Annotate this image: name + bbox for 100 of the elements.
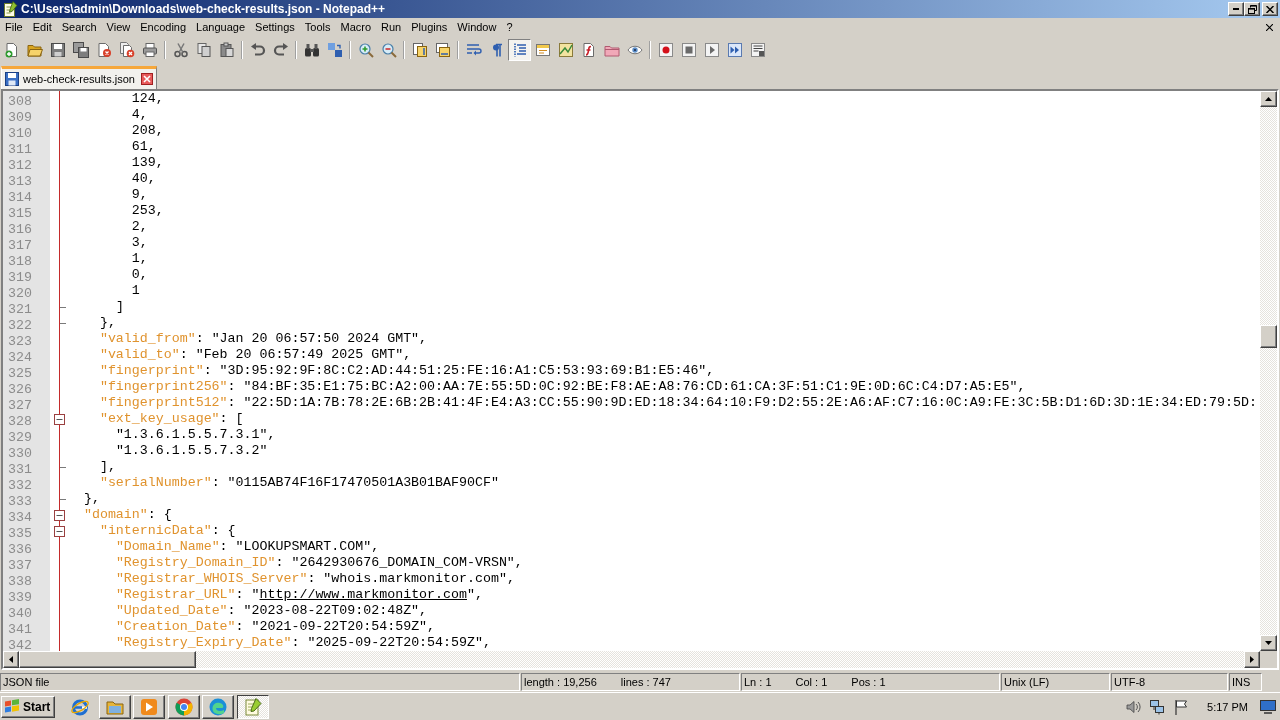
menu-item[interactable]: Language xyxy=(191,20,251,35)
scroll-thumb[interactable] xyxy=(1260,325,1277,348)
vertical-scrollbar[interactable] xyxy=(1260,91,1277,651)
line-number: 327 xyxy=(8,398,32,413)
code-line: "Domain_Name": "LOOKUPSMART.COM", xyxy=(115,539,380,554)
media-player-button[interactable] xyxy=(133,694,165,719)
menu-item[interactable]: Run xyxy=(376,20,407,35)
close-icon[interactable] xyxy=(1266,5,1274,13)
scroll-down-button[interactable] xyxy=(1260,635,1277,651)
line-number: 325 xyxy=(8,366,32,381)
cursor-info: Ln : 1 xyxy=(744,676,772,688)
menu-item[interactable]: Search xyxy=(56,20,102,35)
desktop-icon[interactable] xyxy=(1260,699,1276,714)
menu-item[interactable]: Edit xyxy=(27,20,57,35)
window-title: C:\Users\admin\Downloads\web-check-results.json - Notepad++ xyxy=(21,2,386,16)
file-tab[interactable]: web-check-results.json xyxy=(1,66,157,89)
line-number: 321 xyxy=(8,302,32,317)
triangle-right-icon[interactable] xyxy=(1250,656,1254,663)
document-info: lines : 747 xyxy=(620,676,671,688)
triangle-left-icon[interactable] xyxy=(9,656,13,663)
line-number: 316 xyxy=(8,222,32,237)
close-button[interactable] xyxy=(1262,2,1278,16)
code-line: 124, xyxy=(131,91,164,106)
minus-box-icon[interactable] xyxy=(54,509,65,521)
line-number: 324 xyxy=(8,350,32,365)
line-number: 309 xyxy=(8,110,32,125)
menu-item[interactable]: File xyxy=(0,20,28,35)
line-number: 308 xyxy=(8,94,32,109)
line-number: 342 xyxy=(8,638,32,651)
menu-item[interactable]: Macro xyxy=(335,20,377,35)
close-icon[interactable] xyxy=(140,73,153,85)
line-number: 328 xyxy=(8,414,32,429)
code-line: }, xyxy=(83,491,100,506)
line-number: 312 xyxy=(8,158,32,173)
menu-item[interactable]: Plugins xyxy=(406,20,453,35)
line-number: 331 xyxy=(8,462,32,477)
code-line: 2, xyxy=(131,219,148,234)
line-number: 332 xyxy=(8,478,32,493)
line-number: 334 xyxy=(8,510,32,525)
line-number: 336 xyxy=(8,542,32,557)
flag-icon[interactable] xyxy=(1173,698,1190,715)
line-number: 335 xyxy=(8,526,32,541)
line-number: 333 xyxy=(8,494,32,509)
menu-item[interactable]: Settings xyxy=(250,20,300,35)
line-number: 337 xyxy=(8,558,32,573)
close-icon[interactable] xyxy=(1266,24,1273,31)
scroll-left-button[interactable] xyxy=(3,651,19,668)
segmented-ring-icon[interactable] xyxy=(173,696,194,717)
line-number: 313 xyxy=(8,174,32,189)
line-number: 322 xyxy=(8,318,32,333)
notepad-button[interactable] xyxy=(236,694,269,719)
play-tile-icon[interactable] xyxy=(139,696,159,717)
line-number: 326 xyxy=(8,382,32,397)
code-line: "Updated_Date": "2023-08-22T09:02:48Z", xyxy=(115,603,428,618)
code-line: "Registry_Expiry_Date": "2025-09-22T20:54:59Z", xyxy=(115,635,491,650)
code-line: ], xyxy=(99,459,116,474)
code-line: 0, xyxy=(131,267,148,282)
code-line: 208, xyxy=(131,123,164,138)
scroll-up-button[interactable] xyxy=(1260,91,1277,107)
menu-item[interactable]: Tools xyxy=(299,20,336,35)
menu-item[interactable]: View xyxy=(101,20,136,35)
url-link[interactable]: http://www.markmonitor.com xyxy=(259,587,467,602)
speaker-icon[interactable] xyxy=(1125,698,1142,715)
notepad-icon[interactable] xyxy=(242,696,263,717)
horizontal-scrollbar[interactable] xyxy=(3,651,1260,668)
minimize-button[interactable] xyxy=(1228,2,1244,16)
minus-box-icon[interactable] xyxy=(54,413,65,425)
line-number: 318 xyxy=(8,254,32,269)
notepad-icon xyxy=(2,1,18,17)
code-line: 4, xyxy=(131,107,148,122)
code-line: "1.3.6.1.5.5.7.3.1", xyxy=(115,427,276,442)
code-line: "Registrar_URL": "http://www.markmonitor.com", xyxy=(115,587,483,602)
scroll-right-button[interactable] xyxy=(1244,651,1260,668)
code-line: 1, xyxy=(131,251,148,266)
browser-button[interactable] xyxy=(202,694,234,719)
line-number: 314 xyxy=(8,190,32,205)
windows-flag-icon[interactable] xyxy=(4,699,20,714)
code-line: 139, xyxy=(131,155,164,170)
line-number: 311 xyxy=(8,142,32,157)
menu-item[interactable]: Window xyxy=(452,20,502,35)
triangle-up-icon[interactable] xyxy=(1265,97,1272,101)
start-button[interactable]: Start xyxy=(1,695,55,718)
encoding-label: UTF-8 xyxy=(1114,676,1146,688)
cursor-info: Col : 1 xyxy=(795,676,828,688)
line-number: 338 xyxy=(8,574,32,589)
code-line: "valid_to": "Feb 20 06:57:49 2025 GMT", xyxy=(99,347,412,362)
triangle-down-icon[interactable] xyxy=(1265,641,1272,645)
line-number: 310 xyxy=(8,126,32,141)
line-ending-label: Unix (LF) xyxy=(1004,676,1050,688)
network-icon[interactable] xyxy=(1149,698,1166,715)
menu-item[interactable]: Encoding xyxy=(135,20,192,35)
clock: 5:17 PM xyxy=(1207,700,1248,713)
code-line: "serialNumber": "0115AB74F16F17470501A3B01BAF90CF" xyxy=(99,475,499,490)
menu-item[interactable]: ? xyxy=(501,20,518,35)
minus-box-icon[interactable] xyxy=(54,525,65,537)
code-line: "fingerprint256": "84:BF:35:E1:75:BC:A2:00:AA:7E:55:5D:0C:92:BE:F8:AE:A8:76:CD:61:CA:3F:51:C1:9E:0D:6C:C4:D7:A5:E5", xyxy=(99,379,1026,394)
file-explorer-button[interactable] xyxy=(98,694,131,719)
scroll-thumb[interactable] xyxy=(19,651,196,668)
browser-button[interactable] xyxy=(167,694,200,719)
line-number: 319 xyxy=(8,270,32,285)
